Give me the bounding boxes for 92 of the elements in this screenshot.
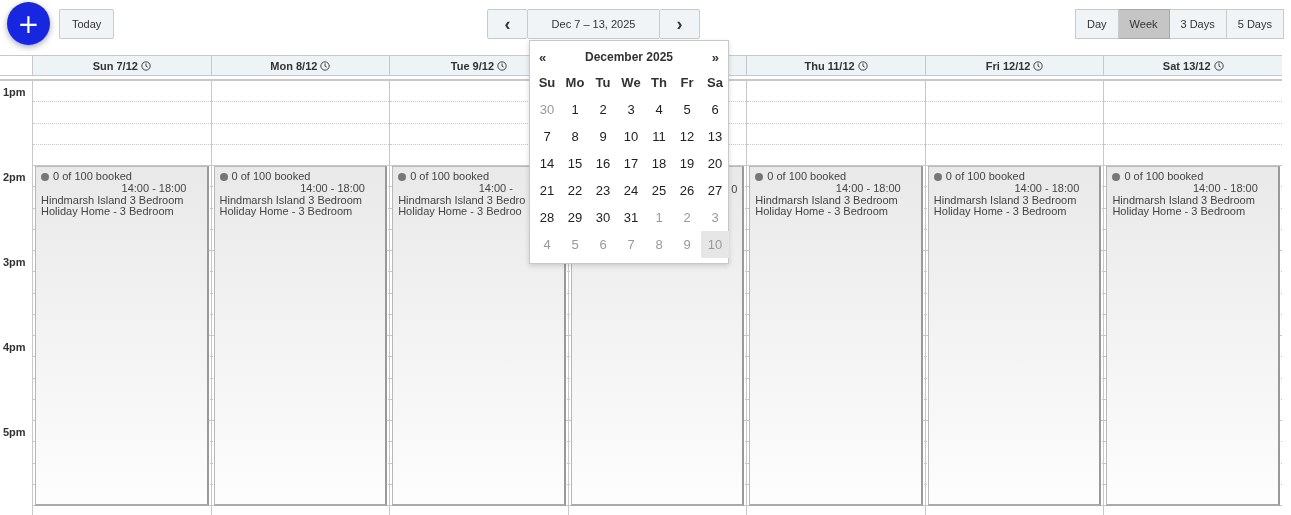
event-card[interactable]: 0 of 100 booked 14:00 - 18:00 Hindmarsh Island 3 Bedroom Holiday Home - 3 Bedroom xyxy=(927,166,1102,506)
event-time: 0 xyxy=(731,184,738,195)
view-tab[interactable]: 3 Days xyxy=(1169,9,1227,39)
clock-icon[interactable] xyxy=(320,60,331,71)
event-card[interactable]: 0 of 100 booked 14:00 - 18:00 Hindmarsh Island 3 Bedroom Holiday Home - 3 Bedroom xyxy=(213,166,388,506)
calendar-day[interactable]: 30 xyxy=(589,204,617,231)
calendar-day[interactable]: 3 xyxy=(617,96,645,123)
event-title: Holiday Home - 3 Bedroom xyxy=(41,206,175,217)
previous-button[interactable]: ‹ xyxy=(487,9,528,39)
event-title: Holiday Home - 3 Bedroom xyxy=(219,206,354,217)
next-button[interactable]: › xyxy=(659,9,700,39)
calendar-day[interactable]: 23 xyxy=(589,177,617,204)
calendar-day[interactable]: 9 xyxy=(589,123,617,150)
event-title: Hindmarsh Island 3 Bedroom xyxy=(933,195,1078,206)
calendar-day[interactable]: 1 xyxy=(561,96,589,123)
weekday-label: Th xyxy=(650,74,668,92)
day-header: Sat 13/12 xyxy=(1103,56,1282,75)
calendar-day[interactable]: 10 xyxy=(617,123,645,150)
weekday-label: Sa xyxy=(706,74,724,92)
event-title: Holiday Home - 3 Bedroo xyxy=(398,206,523,217)
calendar-day[interactable]: 4 xyxy=(645,96,673,123)
month-title[interactable]: December 2025 xyxy=(578,50,680,64)
event-card[interactable]: 0 of 100 booked 14:00 - 18:00 Hindmarsh Island 3 Bedroom Holiday Home - 3 Bedroom xyxy=(35,166,209,506)
weekday-label: Fr xyxy=(679,74,695,92)
booking-count: 0 of 100 booked xyxy=(1124,171,1204,182)
day-header: Mon 8/12 xyxy=(210,56,390,75)
event-card[interactable]: 0 of 100 booked 14:00 - 18:00 Hindmarsh Island 3 Bedroom Holiday Home - 3 Bedroom xyxy=(749,166,923,506)
add-button[interactable]: + xyxy=(7,2,50,45)
event-title: Hindmarsh Island 3 Bedro xyxy=(398,195,527,206)
clock-icon[interactable] xyxy=(140,60,151,71)
clock-icon[interactable] xyxy=(857,60,868,71)
date-range-button[interactable]: Dec 7 – 13, 2025 xyxy=(528,9,659,39)
weekday-label: We xyxy=(620,74,642,92)
status-dot xyxy=(41,172,49,181)
status-dot xyxy=(933,172,942,181)
calendar-day[interactable]: 28 xyxy=(533,204,561,231)
event-title: Holiday Home - 3 Bedroom xyxy=(755,206,889,217)
day-header: Fri 12/12 xyxy=(924,56,1104,75)
calendar-day[interactable]: 11 xyxy=(645,123,673,150)
event-time: 14:00 - 18:00 xyxy=(1014,183,1080,194)
calendar-day[interactable]: 24 xyxy=(617,177,645,204)
calendar-day[interactable]: 25 xyxy=(645,177,673,204)
status-dot xyxy=(219,172,228,181)
status-dot xyxy=(1112,172,1121,181)
calendar-day[interactable]: 7 xyxy=(533,123,561,150)
hour-label: 5pm xyxy=(2,425,27,438)
calendar-day[interactable]: 21 xyxy=(533,177,561,204)
view-tab[interactable]: Week xyxy=(1118,9,1170,39)
event-time: 14:00 - 18:00 xyxy=(1193,183,1258,194)
hour-label: 1pm xyxy=(2,85,27,98)
event-time: 14:00 - 18:00 xyxy=(121,183,187,194)
booking-count: 0 of 100 booked xyxy=(231,171,311,182)
weekday-label: Mo xyxy=(564,74,586,92)
booking-count: 0 of 100 booked xyxy=(410,171,490,182)
next-month-button[interactable]: » xyxy=(705,49,725,65)
weekday-label: Tu xyxy=(594,74,612,92)
calendar-day[interactable]: 5 xyxy=(673,96,701,123)
calendar-day[interactable]: 31 xyxy=(617,204,645,231)
calendar-day[interactable]: 13 xyxy=(701,123,729,150)
status-dot xyxy=(755,172,764,181)
event-title: Hindmarsh Island 3 Bedroom xyxy=(1112,195,1256,206)
event-time: 14:00 - xyxy=(478,183,513,194)
calendar-day[interactable]: 6 xyxy=(701,96,729,123)
event-title: Holiday Home - 3 Bedroom xyxy=(1112,206,1247,217)
booking-count: 0 of 100 booked xyxy=(53,171,132,182)
calendar-day[interactable]: 27 xyxy=(701,177,729,204)
weekday-label: Su xyxy=(537,74,557,92)
clock-icon[interactable] xyxy=(1033,60,1044,71)
event-title: Hindmarsh Island 3 Bedroom xyxy=(41,195,185,206)
booking-count: 0 of 100 booked xyxy=(945,171,1025,182)
event-title: Hindmarsh Island 3 Bedroom xyxy=(755,195,899,206)
event-title: Holiday Home - 3 Bedroom xyxy=(933,206,1068,217)
status-dot xyxy=(398,172,407,181)
day-header: Thu 11/12 xyxy=(746,56,925,75)
calendar-day[interactable]: 8 xyxy=(561,123,589,150)
calendar-day[interactable]: 2 xyxy=(589,96,617,123)
view-tab[interactable]: Day xyxy=(1075,9,1119,39)
event-card[interactable]: 0 of 100 booked 14:00 - 18:00 Hindmarsh Island 3 Bedroom Holiday Home - 3 Bedroom xyxy=(1106,166,1280,506)
event-time: 14:00 - 18:00 xyxy=(300,183,365,194)
hour-label: 2pm xyxy=(2,170,27,183)
event-title: Hindmarsh Island 3 Bedroom xyxy=(219,195,364,206)
hour-label: 4pm xyxy=(2,340,27,353)
booking-count: 0 of 100 booked xyxy=(767,171,847,182)
view-tab[interactable]: 5 Days xyxy=(1226,9,1284,39)
event-time: 14:00 - 18:00 xyxy=(835,183,901,194)
hour-label: 3pm xyxy=(2,255,27,268)
today-button[interactable]: Today xyxy=(59,9,115,39)
day-header: Sun 7/12 xyxy=(32,56,211,75)
clock-icon[interactable] xyxy=(497,60,508,71)
calendar-day[interactable]: 12 xyxy=(673,123,701,150)
calendar-day[interactable]: 26 xyxy=(673,177,701,204)
clock-icon[interactable] xyxy=(1213,60,1224,71)
